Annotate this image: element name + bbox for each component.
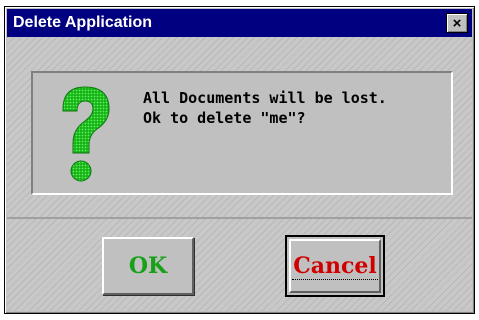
button-area: OK Cancel [7,219,472,311]
cancel-button[interactable]: Cancel [285,235,385,297]
message-panel: All Documents will be lost. Ok to delete… [31,71,453,195]
title-bar[interactable]: Delete Application × [7,9,472,37]
dialog-title: Delete Application [13,14,152,31]
cancel-button-label: Cancel [292,252,378,280]
close-button[interactable]: × [446,13,468,33]
delete-application-dialog: Delete Application × All Documents will … [4,6,475,314]
message-area: All Documents will be lost. Ok to delete… [7,37,472,219]
cancel-button-face: Cancel [289,239,381,293]
question-mark-icon [62,86,110,182]
ok-button-label: OK [128,253,168,279]
message-line-1: All Documents will be lost. [143,89,387,107]
ok-button[interactable]: OK [102,237,194,295]
message-line-2: Ok to delete "me"? [143,109,306,127]
close-icon: × [452,14,462,32]
